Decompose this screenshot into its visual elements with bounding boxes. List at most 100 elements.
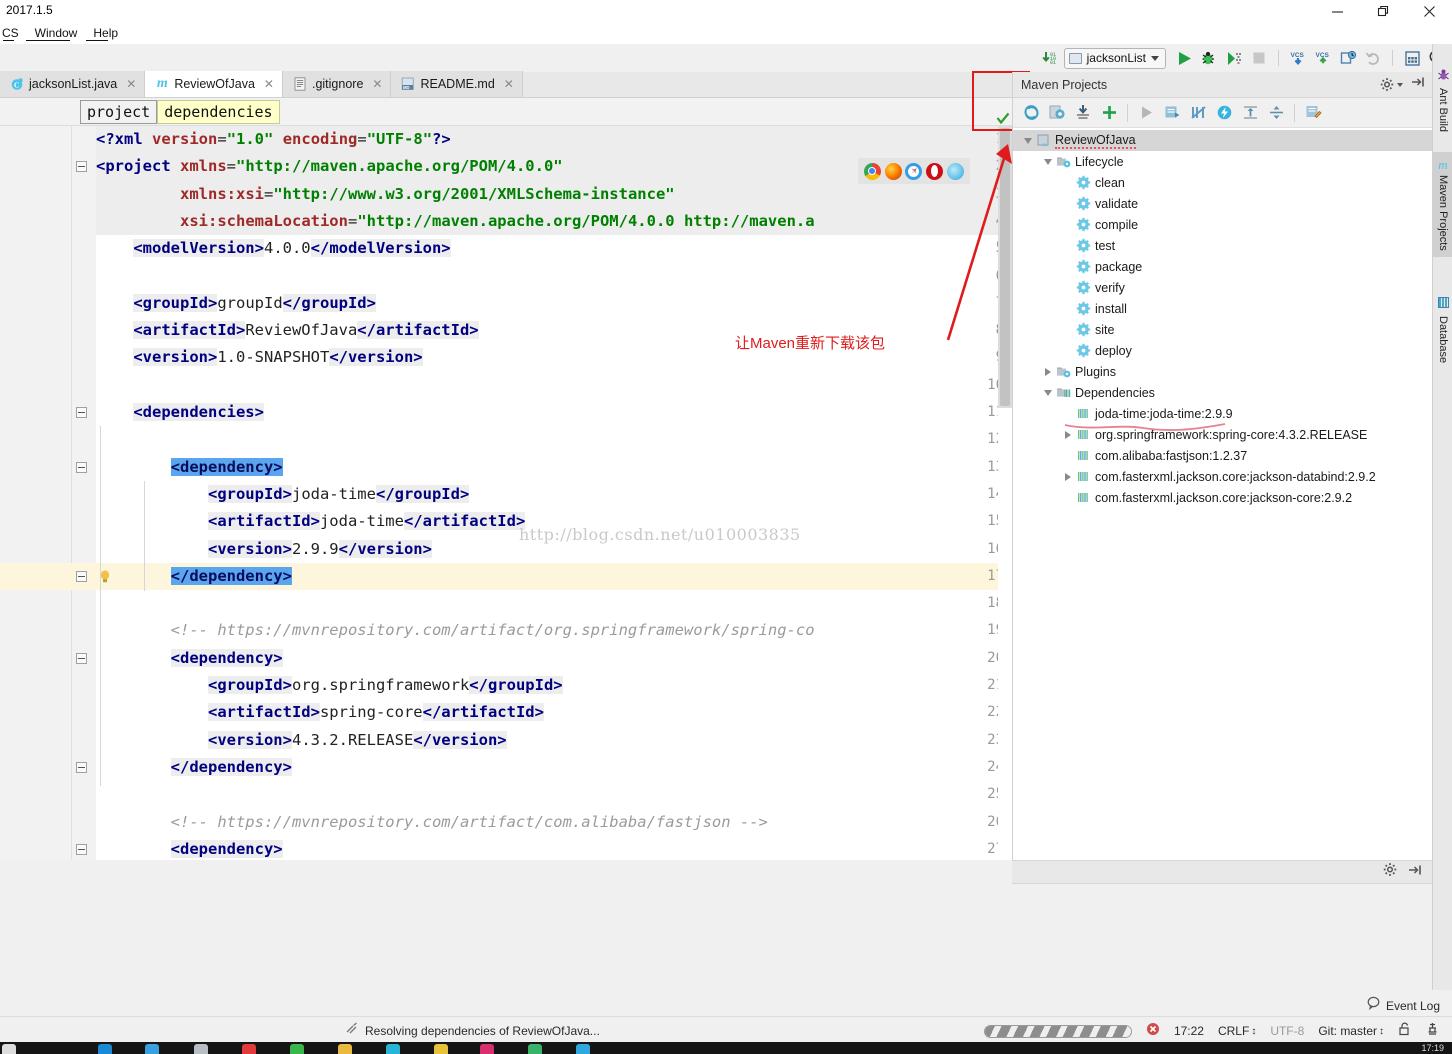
chevron-down-icon[interactable]: [1021, 134, 1035, 148]
taskbar-icon[interactable]: [2, 1044, 16, 1054]
chevron-down-icon[interactable]: [1041, 155, 1055, 169]
fold-marker[interactable]: [76, 653, 87, 664]
maven-tree-node[interactable]: Plugins: [1013, 361, 1433, 382]
taskbar-icon[interactable]: [290, 1044, 304, 1054]
minimize-icon[interactable]: [1314, 0, 1360, 22]
stripe-button-ant-build[interactable]: Ant Build: [1433, 62, 1452, 138]
vcs-history-icon[interactable]: [1337, 47, 1359, 69]
maven-tree-node[interactable]: com.fasterxml.jackson.core:jackson-datab…: [1013, 466, 1433, 487]
code-editor[interactable]: <?xml version="1.0" encoding="UTF-8"?><p…: [0, 126, 1012, 860]
maven-tree-node[interactable]: verify: [1013, 277, 1433, 298]
editor-tab-reviewofjava[interactable]: m ReviewOfJava ✕: [145, 71, 283, 97]
breadcrumb-item-dependencies[interactable]: dependencies: [157, 100, 279, 124]
run-icon[interactable]: [1173, 47, 1195, 69]
lock-icon[interactable]: [1398, 1022, 1411, 1041]
maven-tree-node[interactable]: deploy: [1013, 340, 1433, 361]
taskbar-icon[interactable]: [194, 1044, 208, 1054]
close-icon[interactable]: ✕: [126, 77, 136, 91]
chevron-right-icon[interactable]: [1061, 470, 1075, 484]
run-coverage-icon[interactable]: [1223, 47, 1245, 69]
chrome-icon[interactable]: [864, 163, 881, 180]
editor-tab-readme[interactable]: MD README.md ✕: [391, 71, 522, 97]
status-line-separator[interactable]: CRLF ↕: [1218, 1024, 1256, 1038]
taskbar-icon[interactable]: [145, 1044, 159, 1054]
collapse-all-icon[interactable]: [1238, 101, 1262, 125]
expand-all-icon[interactable]: [1264, 101, 1288, 125]
breadcrumb-item-project[interactable]: project: [80, 100, 157, 124]
taskbar-icon[interactable]: [576, 1044, 590, 1054]
settings-gear-icon[interactable]: [1380, 77, 1403, 92]
fold-marker[interactable]: [76, 571, 87, 582]
toggle-offline-mode-icon[interactable]: [1212, 101, 1236, 125]
run-configuration-selector[interactable]: jacksonList: [1064, 48, 1166, 69]
taskbar-icon[interactable]: [386, 1044, 400, 1054]
maven-tree-node[interactable]: Dependencies: [1013, 382, 1433, 403]
hide-panel-icon[interactable]: [1408, 863, 1422, 882]
close-icon[interactable]: ✕: [504, 77, 514, 91]
maven-tree-node[interactable]: test: [1013, 235, 1433, 256]
maven-tree-node[interactable]: joda-time:joda-time:2.9.9: [1013, 403, 1433, 424]
maven-tree-node[interactable]: com.alibaba:fastjson:1.2.37: [1013, 445, 1433, 466]
maven-tree-node[interactable]: validate: [1013, 193, 1433, 214]
code-token: <artifactId>: [208, 512, 320, 530]
chevron-right-icon[interactable]: [1041, 365, 1055, 379]
vcs-commit-icon[interactable]: VCS: [1312, 47, 1334, 69]
chevron-down-icon[interactable]: [1041, 386, 1055, 400]
fold-marker[interactable]: [76, 462, 87, 473]
cancel-task-icon[interactable]: [1146, 1022, 1160, 1041]
code-line: <artifactId>joda-time</artifactId>: [96, 508, 1012, 535]
editor-tab-jacksonlist[interactable]: C jacksonList.java ✕: [0, 71, 145, 97]
hide-panel-icon[interactable]: [1411, 75, 1425, 94]
update-project-icon[interactable]: 01 10 01: [1039, 47, 1061, 69]
maven-projects-tree[interactable]: mReviewOfJavaLifecyclecleanvalidatecompi…: [1013, 128, 1433, 860]
maven-tree-node[interactable]: compile: [1013, 214, 1433, 235]
taskbar-icon[interactable]: [528, 1044, 542, 1054]
taskbar-icon[interactable]: [338, 1044, 352, 1054]
firefox-icon[interactable]: [885, 163, 902, 180]
debug-icon[interactable]: [1198, 47, 1220, 69]
maven-tree-node[interactable]: package: [1013, 256, 1433, 277]
download-sources-icon[interactable]: [1071, 101, 1095, 125]
maven-tree-node[interactable]: Lifecycle: [1013, 151, 1433, 172]
taskbar-icon[interactable]: [480, 1044, 494, 1054]
maven-tree-node[interactable]: org.springframework:spring-core:4.3.2.RE…: [1013, 424, 1433, 445]
maven-tree-node[interactable]: clean: [1013, 172, 1433, 193]
reimport-all-maven-projects-icon[interactable]: [1019, 101, 1043, 125]
taskbar-icon[interactable]: [242, 1044, 256, 1054]
event-log-label[interactable]: Event Log: [1386, 999, 1440, 1013]
maven-tree-node[interactable]: install: [1013, 298, 1433, 319]
settings-gear-icon[interactable]: [1383, 862, 1398, 882]
maven-module-icon: m: [155, 77, 169, 91]
maven-tree-node[interactable]: com.fasterxml.jackson.core:jackson-core:…: [1013, 487, 1433, 508]
vcs-update-icon[interactable]: VCS: [1287, 47, 1309, 69]
editor-tab-gitignore[interactable]: .gitignore ✕: [283, 71, 392, 97]
safari-icon[interactable]: [905, 163, 922, 180]
add-maven-project-icon[interactable]: [1097, 101, 1121, 125]
project-structure-icon[interactable]: [1401, 47, 1423, 69]
fold-marker[interactable]: [76, 762, 87, 773]
line-number: 21: [944, 672, 1004, 699]
fold-marker[interactable]: [76, 407, 87, 418]
maven-tree-node[interactable]: site: [1013, 319, 1433, 340]
maximize-icon[interactable]: [1360, 0, 1406, 22]
chevron-right-icon[interactable]: [1061, 428, 1075, 442]
stripe-button-maven-projects[interactable]: m Maven Projects: [1433, 152, 1452, 257]
show-settings-icon[interactable]: [1301, 101, 1325, 125]
close-icon[interactable]: ✕: [264, 77, 274, 91]
taskbar-icon[interactable]: [98, 1044, 112, 1054]
close-icon[interactable]: [1406, 0, 1452, 22]
maven-tree-node[interactable]: mReviewOfJava: [1013, 130, 1433, 151]
intention-bulb-icon[interactable]: [98, 569, 112, 585]
status-encoding[interactable]: UTF-8: [1270, 1024, 1304, 1038]
fold-marker[interactable]: [76, 161, 87, 172]
stripe-button-database[interactable]: Database: [1433, 290, 1452, 369]
close-icon[interactable]: ✕: [372, 77, 382, 91]
inspection-icon[interactable]: [1425, 1021, 1440, 1041]
fold-marker[interactable]: [76, 844, 87, 855]
progress-bar: [984, 1025, 1132, 1038]
taskbar-icon[interactable]: [434, 1044, 448, 1054]
toggle-skip-tests-icon[interactable]: [1186, 101, 1210, 125]
maven-tree-node-label: com.alibaba:fastjson:1.2.37: [1095, 449, 1247, 463]
execute-goal-icon[interactable]: [1160, 101, 1184, 125]
status-branch[interactable]: Git: master ↕: [1318, 1024, 1384, 1038]
